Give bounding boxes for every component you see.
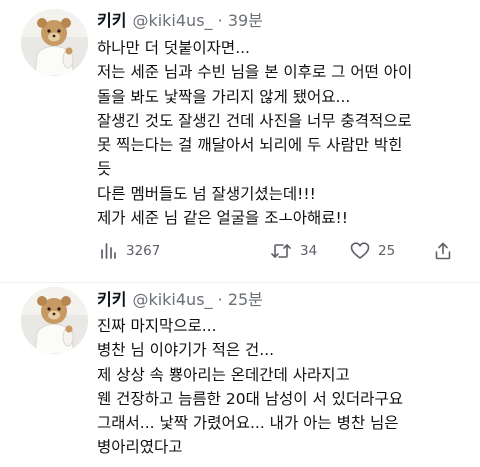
- timestamp[interactable]: 39분: [228, 11, 263, 30]
- bar-chart-icon: [98, 241, 118, 261]
- tweet-line: 그래서... 낯짝 가렸어요... 내가 아는 병찬 님은: [97, 414, 399, 433]
- tweet-header: 키키 @kiki4us_ · 25분: [97, 289, 263, 311]
- tweet-text: 진짜 마지막으로... 병찬 님 이야기가 적은 건... 제 상상 속 뿅아리…: [97, 314, 469, 460]
- tweet-line: 잘생긴 것도 잘생긴 건데 사진을 너무 충격적으로: [97, 111, 412, 130]
- tweet-line: 웬 건장하고 늠름한 20대 남성이 서 있더라구요: [97, 389, 403, 408]
- author-handle[interactable]: @kiki4us_: [132, 11, 212, 30]
- author-name[interactable]: 키키: [97, 290, 126, 309]
- author-handle[interactable]: @kiki4us_: [132, 290, 212, 309]
- separator-dot: ·: [217, 290, 223, 309]
- tweet-line: 듯: [97, 160, 112, 179]
- heart-icon: [350, 241, 370, 261]
- tweet-line: 병찬 님 이야기가 적은 건...: [97, 341, 275, 360]
- avatar[interactable]: [21, 287, 88, 354]
- tweet-actions: 3267 34 25: [0, 238, 480, 264]
- avatar[interactable]: [21, 9, 88, 76]
- separator-dot: ·: [217, 11, 223, 30]
- tweet-line: 하나만 더 덧붙이자면...: [97, 39, 250, 57]
- tweet-line: 저는 세준 님과 수빈 님을 본 이후로 그 어떤 아이: [97, 63, 413, 82]
- views-button[interactable]: 3267: [98, 238, 160, 264]
- author-name[interactable]: 키키: [97, 11, 126, 30]
- retweet-button[interactable]: 34: [270, 238, 317, 264]
- tweet[interactable]: 키키 @kiki4us_ · 25분 진짜 마지막으로... 병찬 님 이야기가 …: [0, 283, 480, 467]
- tweet-line: 다른 멤버들도 넘 잘생기셨는데!!!: [97, 184, 316, 203]
- like-count: 25: [378, 243, 396, 259]
- tweet-header: 키키 @kiki4us_ · 39분: [97, 10, 263, 32]
- tweet-text: 하나만 더 덧붙이자면... 저는 세준 님과 수빈 님을 본 이후로 그 어떤…: [97, 36, 469, 230]
- tweet[interactable]: 키키 @kiki4us_ · 39분 하나만 더 덧붙이자면... 저는 세준 님…: [0, 0, 480, 282]
- retweet-icon: [270, 241, 292, 261]
- tweet-line: 병아리였다고: [97, 438, 183, 457]
- share-button[interactable]: [433, 238, 453, 264]
- tweet-line: 진짜 마지막으로...: [97, 317, 217, 335]
- like-button[interactable]: 25: [350, 238, 395, 264]
- tweet-line: 돌을 봐도 낯짝을 가리지 않게 됐어요...: [97, 87, 351, 106]
- retweet-count: 34: [300, 243, 318, 259]
- tweet-line: 제가 세준 님 같은 얼굴을 조ㅗ아해료!!: [97, 209, 348, 228]
- view-count: 3267: [126, 243, 161, 259]
- timestamp[interactable]: 25분: [228, 290, 263, 309]
- share-icon: [433, 241, 453, 261]
- tweet-line: 제 상상 속 뿅아리는 온데간데 사라지고: [97, 365, 350, 384]
- tweet-line: 못 찍는다는 걸 깨달아서 뇌리에 두 사람만 박힌: [97, 136, 403, 155]
